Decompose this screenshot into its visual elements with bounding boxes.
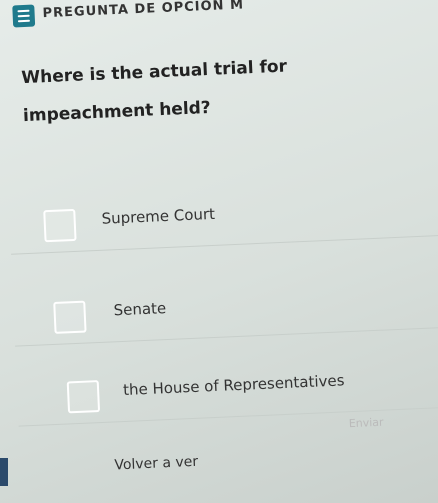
submit-button[interactable]: Enviar: [349, 416, 384, 431]
quiz-panel: PREGUNTA DE OPCIÓN M Where is the actual…: [0, 0, 438, 503]
back-button[interactable]: Volver a ver: [114, 454, 198, 474]
option-supreme-court[interactable]: Supreme Court: [8, 174, 438, 255]
question-text: Where is the actual trial for impeachmen…: [20, 56, 288, 127]
option-label: the House of Representatives: [122, 371, 345, 399]
left-accent-bar: [0, 458, 8, 486]
question-type-label: PREGUNTA DE OPCIÓN M: [42, 0, 245, 22]
option-label: Supreme Court: [101, 204, 216, 228]
option-checkbox[interactable]: [53, 300, 87, 334]
list-icon: [12, 4, 36, 28]
option-senate[interactable]: Senate: [12, 266, 438, 347]
option-label: Senate: [113, 299, 167, 320]
option-checkbox[interactable]: [43, 208, 77, 243]
option-house-of-representatives[interactable]: the House of Representatives: [15, 346, 438, 427]
option-checkbox[interactable]: [66, 380, 101, 414]
